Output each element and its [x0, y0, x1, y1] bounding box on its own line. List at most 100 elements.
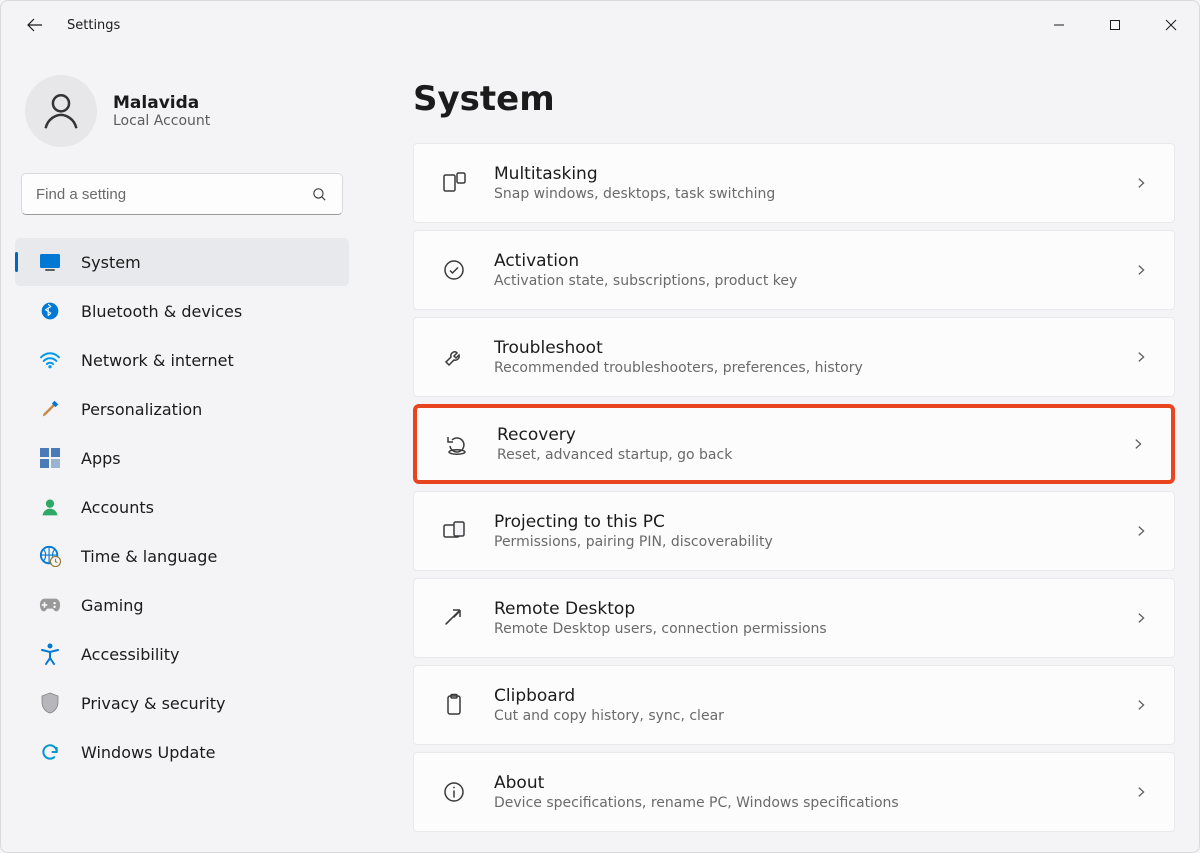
profile-info: Malavida Local Account — [113, 93, 210, 129]
window-title: Settings — [67, 18, 120, 33]
sidebar-item-label: Personalization — [81, 400, 202, 419]
card-text: MultitaskingSnap windows, desktops, task… — [494, 164, 1134, 202]
shield-icon — [37, 691, 63, 715]
wifi-icon — [37, 348, 63, 372]
sidebar-item-gaming[interactable]: Gaming — [15, 581, 349, 629]
card-subtitle: Recommended troubleshooters, preferences… — [494, 360, 1134, 376]
activation-icon — [440, 256, 468, 284]
chevron-right-icon — [1134, 611, 1148, 625]
setting-card-projecting[interactable]: Projecting to this PC Permissions, pairin… — [413, 491, 1175, 571]
card-text: Clipboard Cut and copy history, sync, cle… — [494, 686, 1134, 724]
sidebar-item-network[interactable]: Network & internet — [15, 336, 349, 384]
card-text: Troubleshoot Recommended troubleshooters,… — [494, 338, 1134, 376]
remote-desktop-icon — [440, 604, 468, 632]
chevron-right-icon — [1134, 524, 1148, 538]
sidebar-item-bluetooth[interactable]: Bluetooth & devices — [15, 287, 349, 335]
setting-card-clipboard[interactable]: Clipboard Cut and copy history, sync, cle… — [413, 665, 1175, 745]
setting-card-remote-desktop[interactable]: Remote Desktop Remote Desktop users, conn… — [413, 578, 1175, 658]
search-box[interactable] — [21, 173, 343, 215]
sidebar-item-label: Accounts — [81, 498, 154, 517]
setting-card-about[interactable]: About Device specifications, rename PC, W… — [413, 752, 1175, 832]
card-title: Recovery — [497, 425, 1131, 445]
card-subtitle: Remote Desktop users, connection permiss… — [494, 621, 1134, 637]
card-subtitle: Cut and copy history, sync, clear — [494, 708, 1134, 724]
maximize-icon — [1109, 19, 1121, 31]
card-title: Clipboard — [494, 686, 1134, 706]
chevron-right-icon — [1134, 698, 1148, 712]
setting-card-recovery[interactable]: Recovery Reset, advanced startup, go back — [413, 404, 1175, 484]
chevron-right-icon — [1134, 350, 1148, 364]
maximize-button[interactable] — [1087, 1, 1143, 49]
setting-card-multitasking[interactable]: MultitaskingSnap windows, desktops, task… — [413, 143, 1175, 223]
sidebar-item-label: Windows Update — [81, 743, 215, 762]
sidebar-item-label: Bluetooth & devices — [81, 302, 242, 321]
chevron-right-icon — [1134, 263, 1148, 277]
card-subtitle: Activation state, subscriptions, product… — [494, 273, 1134, 289]
card-title: Troubleshoot — [494, 338, 1134, 358]
titlebar: Settings — [1, 1, 1199, 49]
sidebar-item-label: Time & language — [81, 547, 217, 566]
search-input[interactable] — [36, 186, 311, 203]
sidebar-item-label: Network & internet — [81, 351, 234, 370]
bluetooth-icon — [37, 299, 63, 323]
back-icon — [27, 17, 43, 33]
nav: System Bluetooth & devices Network & int… — [11, 233, 353, 776]
setting-card-activation[interactable]: Activation Activation state, subscription… — [413, 230, 1175, 310]
chevron-right-icon — [1134, 176, 1148, 190]
close-icon — [1165, 19, 1177, 31]
cards-list: MultitaskingSnap windows, desktops, task… — [413, 143, 1175, 832]
sidebar-item-label: Apps — [81, 449, 121, 468]
clipboard-icon — [440, 691, 468, 719]
sidebar-item-accounts[interactable]: Accounts — [15, 483, 349, 531]
sidebar-item-system[interactable]: System — [15, 238, 349, 286]
troubleshoot-icon — [440, 343, 468, 371]
paintbrush-icon — [37, 397, 63, 421]
settings-window: Settings Malavida Local Account — [0, 0, 1200, 853]
card-title: Multitasking — [494, 164, 1134, 184]
search-icon — [311, 186, 328, 203]
accessibility-icon — [37, 642, 63, 666]
profile-name: Malavida — [113, 93, 210, 113]
globe-clock-icon — [37, 544, 63, 568]
user-icon — [38, 88, 84, 134]
minimize-button[interactable] — [1031, 1, 1087, 49]
about-icon — [440, 778, 468, 806]
card-title: About — [494, 773, 1134, 793]
card-subtitle: Reset, advanced startup, go back — [497, 447, 1131, 463]
sidebar-item-accessibility[interactable]: Accessibility — [15, 630, 349, 678]
setting-card-troubleshoot[interactable]: Troubleshoot Recommended troubleshooters,… — [413, 317, 1175, 397]
sidebar-item-time[interactable]: Time & language — [15, 532, 349, 580]
gamepad-icon — [37, 593, 63, 617]
multitasking-icon — [440, 169, 468, 197]
card-text: Activation Activation state, subscription… — [494, 251, 1134, 289]
window-controls — [1031, 1, 1199, 49]
person-icon — [37, 495, 63, 519]
search-wrap — [11, 167, 353, 233]
sidebar-item-privacy[interactable]: Privacy & security — [15, 679, 349, 727]
card-title: Activation — [494, 251, 1134, 271]
display-icon — [37, 250, 63, 274]
main-panel: System MultitaskingSnap windows, desktop… — [363, 49, 1199, 852]
profile-section[interactable]: Malavida Local Account — [11, 67, 353, 167]
card-subtitle: Permissions, pairing PIN, discoverabilit… — [494, 534, 1134, 550]
card-text: Remote Desktop Remote Desktop users, conn… — [494, 599, 1134, 637]
card-text: About Device specifications, rename PC, W… — [494, 773, 1134, 811]
back-button[interactable] — [21, 11, 49, 39]
card-text: Recovery Reset, advanced startup, go back — [497, 425, 1131, 463]
update-icon — [37, 740, 63, 764]
card-subtitle: Device specifications, rename PC, Window… — [494, 795, 1134, 811]
close-button[interactable] — [1143, 1, 1199, 49]
card-title: Projecting to this PC — [494, 512, 1134, 532]
sidebar-item-label: Accessibility — [81, 645, 179, 664]
avatar — [25, 75, 97, 147]
sidebar-item-label: Gaming — [81, 596, 144, 615]
recovery-icon — [443, 430, 471, 458]
card-title: Remote Desktop — [494, 599, 1134, 619]
card-text: Projecting to this PC Permissions, pairin… — [494, 512, 1134, 550]
sidebar-item-label: System — [81, 253, 141, 272]
sidebar-item-personalization[interactable]: Personalization — [15, 385, 349, 433]
page-title: System — [413, 79, 1175, 119]
sidebar-item-update[interactable]: Windows Update — [15, 728, 349, 776]
sidebar-item-apps[interactable]: Apps — [15, 434, 349, 482]
apps-icon — [37, 446, 63, 470]
